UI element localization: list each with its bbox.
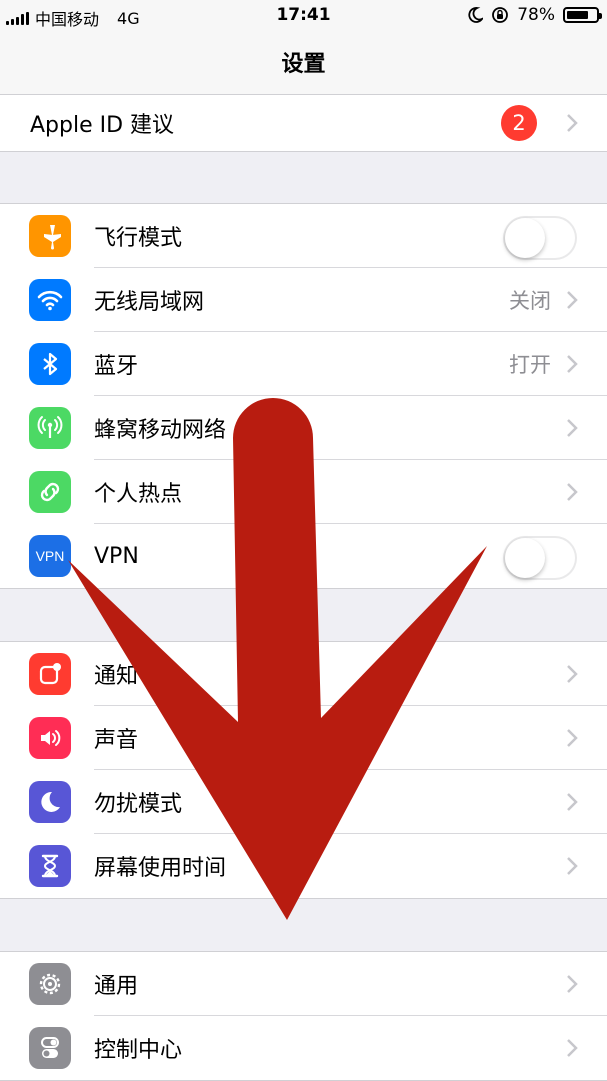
status-bar: 中国移动 4G 17:41 78% (0, 0, 607, 32)
battery-icon (563, 7, 602, 23)
navigation-bar: 设置 (0, 32, 607, 95)
battery-percent: 78% (517, 5, 555, 25)
notification-settings-group: 通知 声音 勿扰模式 屏幕使用时间 (0, 641, 607, 899)
screen-time-row[interactable]: 屏幕使用时间 (0, 834, 607, 898)
hourglass-icon (29, 845, 71, 887)
chevron-right-icon (567, 975, 578, 993)
control-center-label: 控制中心 (94, 1038, 183, 1063)
chevron-right-icon (567, 857, 578, 875)
notifications-row[interactable]: 通知 (0, 642, 607, 706)
general-row[interactable]: 通用 (0, 952, 607, 1016)
chevron-right-icon (567, 291, 578, 309)
cellular-row[interactable]: 蜂窝移动网络 (0, 396, 607, 460)
switches-icon (29, 1027, 71, 1069)
control-center-row[interactable]: 控制中心 (0, 1016, 607, 1080)
bluetooth-label: 蓝牙 (94, 354, 139, 379)
notifications-label: 通知 (94, 664, 139, 689)
gear-icon (29, 963, 71, 1005)
general-settings-group: 通用 控制中心 (0, 951, 607, 1081)
cellular-label: 蜂窝移动网络 (94, 418, 227, 443)
wifi-row[interactable]: 无线局域网 关闭 (0, 268, 607, 332)
personal-hotspot-label: 个人热点 (94, 482, 183, 507)
cellular-icon (29, 407, 71, 449)
vpn-toggle[interactable] (503, 536, 577, 580)
wifi-icon (29, 279, 71, 321)
airplane-mode-row[interactable]: 飞行模式 (0, 204, 607, 268)
vpn-icon: VPN (29, 535, 71, 577)
apple-id-suggestions-row[interactable]: Apple ID 建议 2 (0, 95, 607, 151)
bluetooth-row[interactable]: 蓝牙 打开 (0, 332, 607, 396)
vpn-label: VPN (94, 543, 139, 569)
chevron-right-icon (567, 419, 578, 437)
chevron-right-icon (567, 114, 578, 132)
chevron-right-icon (567, 483, 578, 501)
screen-time-label: 屏幕使用时间 (94, 856, 227, 881)
sounds-row[interactable]: 声音 (0, 706, 607, 770)
moon-icon (29, 781, 71, 823)
bluetooth-status: 打开 (509, 353, 551, 377)
chevron-right-icon (567, 355, 578, 373)
hotspot-icon (29, 471, 71, 513)
wifi-label: 无线局域网 (94, 290, 205, 315)
airplane-icon (29, 215, 71, 257)
vpn-row[interactable]: VPN VPN (0, 524, 607, 588)
personal-hotspot-row[interactable]: 个人热点 (0, 460, 607, 524)
do-not-disturb-moon-icon (468, 7, 484, 23)
chevron-right-icon (567, 665, 578, 683)
apple-id-suggestions-label: Apple ID 建议 (30, 113, 175, 138)
general-label: 通用 (94, 974, 139, 999)
bluetooth-icon (29, 343, 71, 385)
account-group: Apple ID 建议 2 (0, 94, 607, 152)
orientation-lock-icon (492, 7, 509, 23)
sound-icon (29, 717, 71, 759)
wifi-status: 关闭 (509, 289, 551, 313)
airplane-mode-label: 飞行模式 (94, 226, 183, 251)
do-not-disturb-row[interactable]: 勿扰模式 (0, 770, 607, 834)
sounds-label: 声音 (94, 728, 139, 753)
airplane-mode-toggle[interactable] (503, 216, 577, 260)
page-title: 设置 (281, 52, 326, 77)
chevron-right-icon (567, 729, 578, 747)
chevron-right-icon (567, 1039, 578, 1057)
notification-badge: 2 (501, 105, 537, 141)
do-not-disturb-label: 勿扰模式 (94, 792, 183, 817)
vpn-icon-text: VPN (35, 548, 65, 564)
notifications-icon (29, 653, 71, 695)
network-settings-group: 飞行模式 无线局域网 关闭 蓝牙 打开 蜂窝移动网络 个人热点 VPN VPN (0, 203, 607, 589)
chevron-right-icon (567, 793, 578, 811)
status-right: 78% (467, 5, 602, 25)
